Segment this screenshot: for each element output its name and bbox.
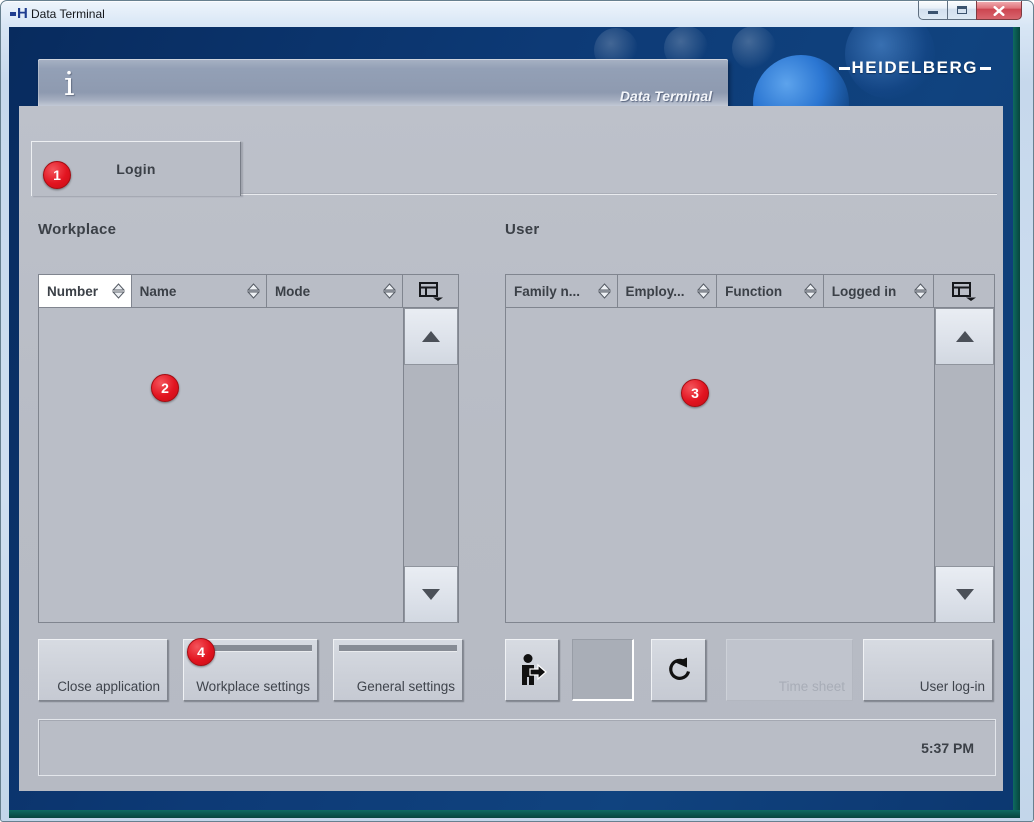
sort-icon bbox=[804, 283, 817, 299]
arrow-down-icon bbox=[422, 589, 440, 600]
time-sheet-button[interactable]: Time sheet bbox=[726, 639, 853, 701]
callout-1: 1 bbox=[43, 161, 71, 189]
workplace-column-selector-button[interactable] bbox=[403, 275, 458, 307]
user-table-header: Family n... Employ... Function Logged in bbox=[506, 275, 994, 308]
column-selector-icon bbox=[951, 281, 977, 301]
arrow-up-icon bbox=[422, 331, 440, 342]
column-selector-icon bbox=[418, 281, 444, 301]
heidelberg-app-icon: H bbox=[10, 5, 28, 22]
maximize-icon bbox=[957, 6, 967, 14]
callout-2: 2 bbox=[151, 374, 179, 402]
status-bar: 5:37 PM bbox=[38, 719, 996, 776]
user-login-icon-button[interactable] bbox=[505, 639, 559, 701]
user-col-employee[interactable]: Employ... bbox=[618, 275, 718, 307]
workplace-scroll-up-button[interactable] bbox=[404, 308, 458, 365]
workplace-section-title: Workplace bbox=[38, 221, 116, 238]
info-banner: i Data Terminal bbox=[38, 59, 728, 113]
decor-bubble bbox=[732, 27, 776, 70]
close-icon bbox=[994, 6, 1005, 16]
app-content: HEIDELBERG i Data Terminal Login 1 Workp… bbox=[9, 27, 1020, 818]
workplace-table: Number Name Mode 2 bbox=[38, 274, 459, 623]
workplace-scroll-track[interactable] bbox=[404, 365, 458, 566]
arrow-up-icon bbox=[956, 331, 974, 342]
logo-dash bbox=[980, 67, 991, 70]
window-controls bbox=[918, 1, 1022, 20]
logo-dash bbox=[839, 67, 850, 70]
settings-bar-icon bbox=[339, 645, 457, 651]
close-application-button[interactable]: Close application bbox=[38, 639, 168, 701]
undo-icon bbox=[665, 656, 693, 684]
window-title: Data Terminal bbox=[31, 7, 105, 21]
teal-edge-right bbox=[1013, 27, 1020, 818]
user-section-title: User bbox=[505, 221, 540, 238]
workplace-table-header: Number Name Mode bbox=[39, 275, 458, 308]
user-scroll-up-button[interactable] bbox=[935, 308, 994, 365]
sort-icon bbox=[598, 283, 611, 299]
callout-4: 4 bbox=[187, 638, 215, 666]
user-col-family-name[interactable]: Family n... bbox=[506, 275, 618, 307]
titlebar[interactable]: H Data Terminal bbox=[1, 1, 1033, 27]
main-panel: Login 1 Workplace User Number Name bbox=[19, 106, 1003, 791]
user-scroll-down-button[interactable] bbox=[935, 566, 994, 623]
user-table-body: 3 bbox=[506, 308, 994, 623]
tab-login-label: Login bbox=[116, 161, 156, 177]
user-col-logged-in[interactable]: Logged in bbox=[824, 275, 935, 307]
workplace-col-name[interactable]: Name bbox=[132, 275, 267, 307]
sort-icon bbox=[383, 283, 396, 299]
person-login-icon bbox=[517, 653, 547, 687]
app-name-label: Data Terminal bbox=[620, 88, 712, 104]
user-scroll-track[interactable] bbox=[935, 365, 994, 566]
teal-edge-bottom bbox=[9, 810, 1020, 818]
maximize-button[interactable] bbox=[948, 1, 976, 20]
general-settings-button[interactable]: General settings bbox=[333, 639, 463, 701]
user-col-function[interactable]: Function bbox=[717, 275, 824, 307]
sort-icon bbox=[112, 283, 125, 299]
workplace-scroll-down-button[interactable] bbox=[404, 566, 458, 623]
arrow-down-icon bbox=[956, 589, 974, 600]
undo-button[interactable] bbox=[651, 639, 706, 701]
workplace-table-body: 2 bbox=[39, 308, 458, 623]
workplace-col-mode[interactable]: Mode bbox=[267, 275, 403, 307]
app-window: H Data Terminal HEIDELBERG i bbox=[0, 0, 1034, 822]
user-column-selector-button[interactable] bbox=[934, 275, 994, 307]
workplace-scrollbar bbox=[403, 308, 458, 623]
minimize-button[interactable] bbox=[918, 1, 948, 20]
callout-3: 3 bbox=[681, 379, 709, 407]
clock-label: 5:37 PM bbox=[921, 740, 974, 756]
user-login-button[interactable]: User log-in bbox=[863, 639, 993, 701]
info-icon[interactable]: i bbox=[64, 64, 75, 103]
heidelberg-logo: HEIDELBERG bbox=[839, 58, 991, 78]
close-button[interactable] bbox=[976, 1, 1022, 20]
user-scrollbar bbox=[934, 308, 994, 623]
user-table: Family n... Employ... Function Logged in bbox=[505, 274, 995, 623]
sort-icon bbox=[914, 283, 927, 299]
display-field bbox=[572, 639, 634, 701]
workplace-col-number[interactable]: Number bbox=[39, 275, 132, 307]
sort-icon bbox=[697, 283, 710, 299]
minimize-icon bbox=[928, 11, 938, 14]
sort-icon bbox=[247, 283, 260, 299]
